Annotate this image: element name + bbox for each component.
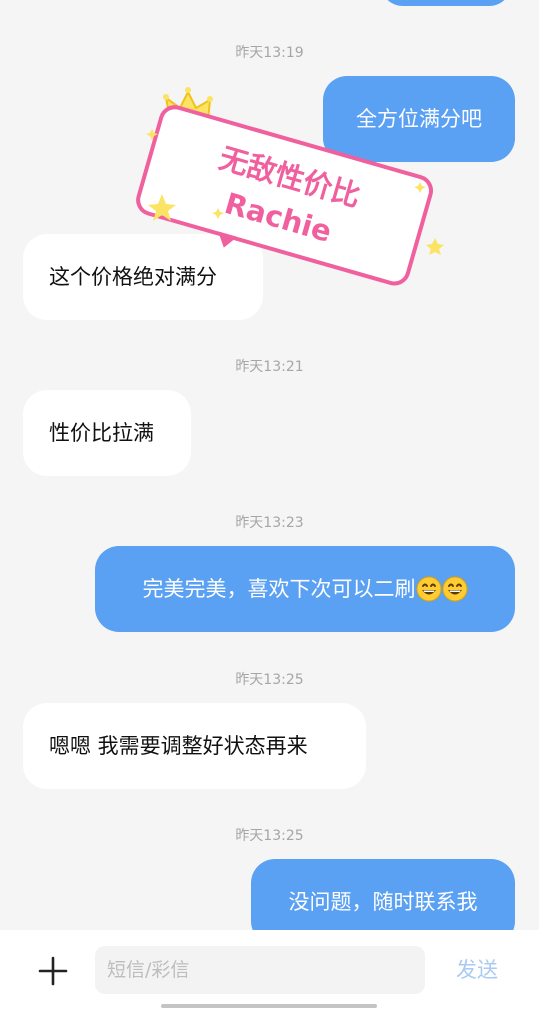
sticker-card: 无敌性价比 Rachie xyxy=(136,105,433,286)
message-input-placeholder: 短信/彩信 xyxy=(107,959,190,981)
timestamp: 昨天13:25 xyxy=(235,672,304,688)
star-icon xyxy=(426,238,444,255)
timestamp: 昨天13:25 xyxy=(235,828,304,844)
timestamp: 昨天13:21 xyxy=(235,359,304,375)
incoming-message[interactable]: 嗯嗯 我需要调整好状态再来 xyxy=(23,703,366,789)
add-attachment-button[interactable] xyxy=(34,952,72,990)
message-text: 完美完美，喜欢下次可以二刷 xyxy=(142,576,416,601)
message-text: 没问题，随时联系我 xyxy=(288,889,478,914)
timestamp: 昨天13:19 xyxy=(235,45,304,61)
send-button[interactable]: 发送 xyxy=(456,955,498,985)
rachie-sticker[interactable]: 无敌性价比 Rachie xyxy=(130,78,450,288)
plus-icon xyxy=(38,956,68,986)
incoming-message[interactable]: 性价比拉满 xyxy=(23,390,191,476)
message-bubble-partial xyxy=(380,0,512,6)
grinning-face-icon xyxy=(442,576,467,602)
message-text: 性价比拉满 xyxy=(49,420,154,445)
timestamp: 昨天13:23 xyxy=(235,515,304,531)
outgoing-message[interactable]: 完美完美，喜欢下次可以二刷 xyxy=(95,546,515,632)
message-composer: 短信/彩信 发送 xyxy=(0,930,539,1010)
outgoing-message[interactable]: 没问题，随时联系我 xyxy=(251,859,515,930)
message-text: 嗯嗯 我需要调整好状态再来 xyxy=(49,733,308,758)
message-input[interactable]: 短信/彩信 xyxy=(95,946,425,994)
grinning-face-icon xyxy=(416,576,441,602)
chat-thread[interactable]: 昨天13:19 全方位满分吧 这个价格绝对满分 无敌性价比 Rachie 昨天1… xyxy=(0,0,539,930)
home-indicator[interactable] xyxy=(161,1004,377,1008)
